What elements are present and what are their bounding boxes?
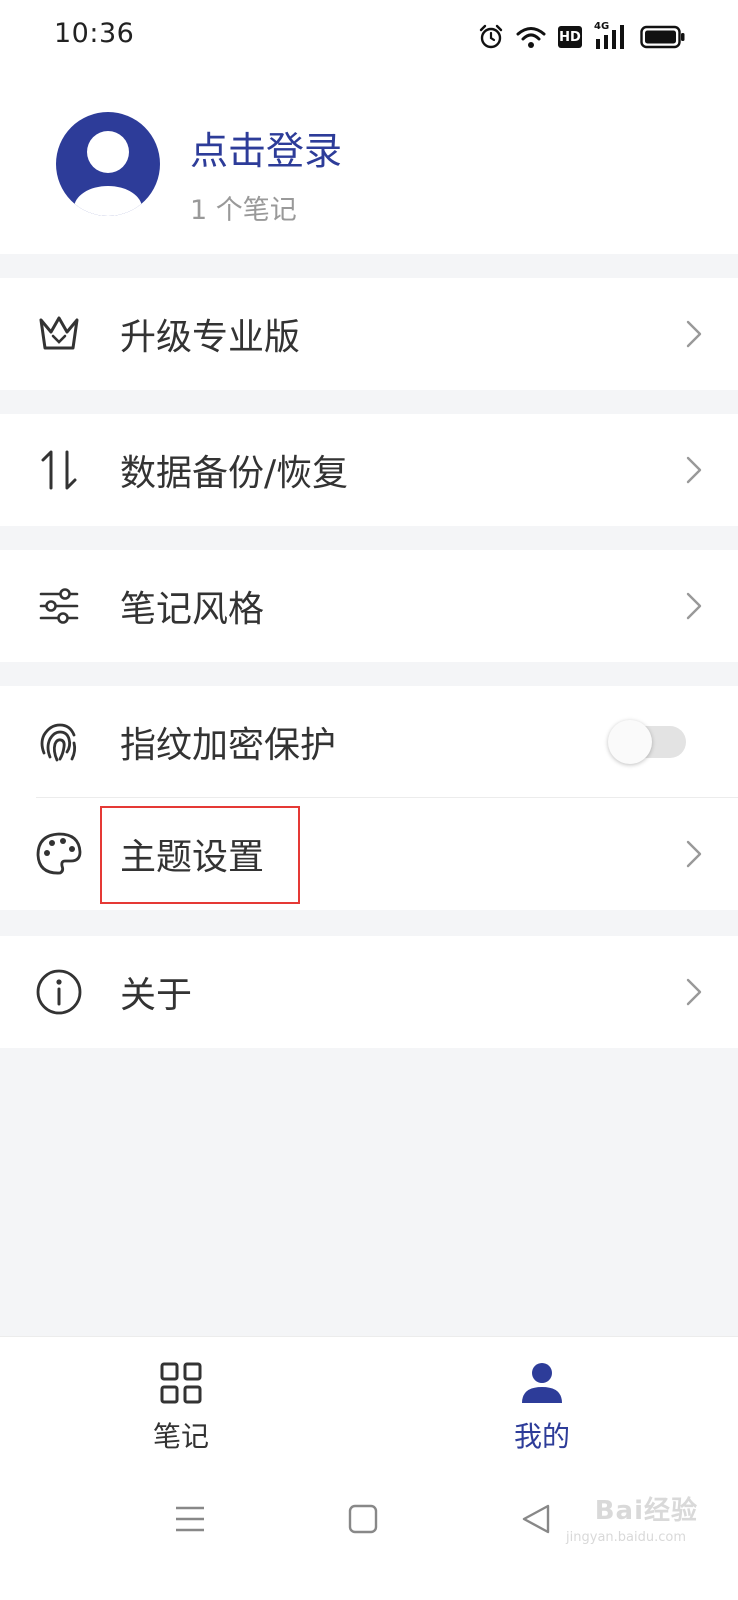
watermark-url: jingyan.baidu.com (566, 1530, 686, 1545)
chevron-right-icon (686, 840, 702, 868)
menu-icon[interactable] (174, 1504, 206, 1534)
battery-icon (640, 25, 685, 49)
alarm-icon (479, 24, 503, 49)
fingerprint-toggle[interactable] (608, 720, 686, 764)
upgrade-pro-item[interactable]: 升级专业版 (0, 278, 738, 390)
info-icon (35, 968, 83, 1016)
theme-settings-label: 主题设置 (120, 837, 265, 878)
about-item[interactable]: 关于 (0, 936, 738, 1048)
security-theme-section: 指纹加密保护 主题设置 (0, 686, 738, 910)
avatar[interactable] (56, 112, 160, 216)
hd-icon: HD (558, 26, 582, 48)
backup-section: 数据备份/恢复 (0, 414, 738, 526)
palette-icon (35, 830, 83, 878)
watermark-brand: Bai经验 (594, 1496, 698, 1526)
login-link[interactable]: 点击登录 (190, 120, 342, 175)
toggle-knob (608, 720, 652, 764)
nav-notes-label: 笔记 (152, 1420, 209, 1453)
about-section: 关于 (0, 936, 738, 1048)
back-icon[interactable] (522, 1504, 550, 1534)
fingerprint-item: 指纹加密保护 (0, 686, 738, 798)
upgrade-pro-label: 升级专业版 (120, 317, 301, 358)
person-icon (522, 1363, 562, 1403)
fingerprint-icon (35, 718, 83, 766)
chevron-right-icon (686, 456, 702, 484)
nav-notes-tab[interactable]: 笔记 (81, 1337, 281, 1467)
chevron-right-icon (686, 978, 702, 1006)
status-bar: 10:36 HD 4G (0, 0, 738, 74)
note-style-label: 笔记风格 (120, 589, 265, 630)
note-style-item[interactable]: 笔记风格 (0, 550, 738, 662)
status-icons: HD 4G (478, 20, 686, 54)
home-icon[interactable] (348, 1504, 378, 1534)
user-avatar-icon (74, 131, 142, 216)
upgrade-section: 升级专业版 (0, 278, 738, 390)
wifi-icon (516, 27, 546, 48)
theme-settings-item[interactable]: 主题设置 (0, 798, 738, 910)
profile-header: 点击登录 1 个笔记 (0, 74, 738, 254)
chevron-right-icon (686, 592, 702, 620)
data-backup-label: 数据备份/恢复 (120, 453, 349, 494)
grid-icon (160, 1362, 202, 1404)
chevron-right-icon (686, 320, 702, 348)
nav-mine-label: 我的 (513, 1420, 570, 1453)
note-count: 1 个笔记 (190, 195, 297, 226)
bottom-nav: 笔记 我的 (0, 1336, 738, 1467)
signal-4g-icon: 4G (594, 21, 628, 51)
crown-icon (35, 310, 83, 358)
data-backup-item[interactable]: 数据备份/恢复 (0, 414, 738, 526)
about-label: 关于 (120, 975, 193, 1016)
status-time: 10:36 (54, 18, 135, 49)
backup-restore-icon (35, 446, 83, 494)
sliders-icon (35, 582, 83, 630)
note-style-section: 笔记风格 (0, 550, 738, 662)
fingerprint-label: 指纹加密保护 (120, 725, 337, 766)
nav-mine-tab[interactable]: 我的 (442, 1337, 642, 1467)
